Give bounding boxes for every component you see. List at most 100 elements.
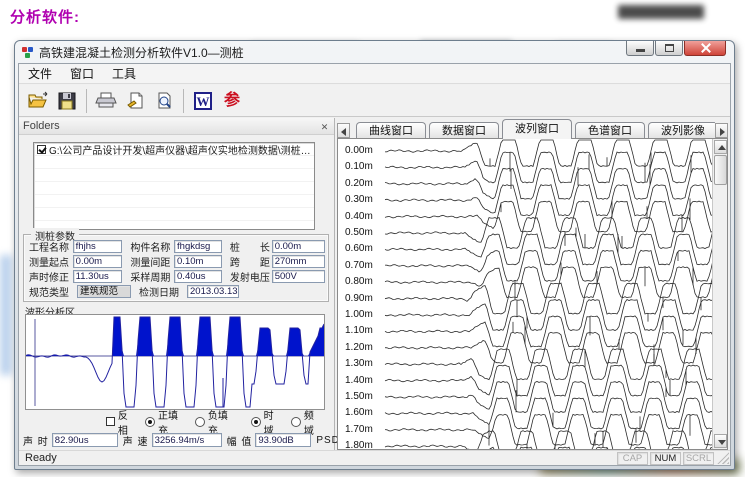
- param-field[interactable]: fhgkdsg: [174, 240, 222, 253]
- param-label: 构件名称: [130, 239, 174, 254]
- close-icon: [701, 43, 711, 53]
- menu-item-2[interactable]: 工具: [103, 63, 145, 84]
- maximize-button[interactable]: [655, 41, 683, 56]
- depth-label: 0.90m: [345, 293, 373, 304]
- param-label: 跨 距: [230, 254, 272, 269]
- depth-label: 1.80m: [345, 440, 373, 450]
- resize-grip-icon[interactable]: [717, 452, 729, 464]
- menu-item-0[interactable]: 文件: [19, 63, 61, 84]
- param-row: 测量起点0.00m测量间距0.10m跨 距270mm: [27, 254, 325, 269]
- depth-label: 1.50m: [345, 391, 373, 402]
- param-field[interactable]: 11.30us: [73, 270, 123, 283]
- wave-trace: [385, 398, 717, 446]
- readout-label: 声 时: [23, 433, 49, 448]
- readout-label: 幅 值: [227, 433, 253, 448]
- param-field[interactable]: 500V: [272, 270, 325, 283]
- minimize-button[interactable]: [626, 41, 654, 56]
- wave-trace: [385, 263, 717, 311]
- depth-label: 0.20m: [345, 178, 373, 189]
- tabs: 曲线窗口数据窗口波列窗口色谱窗口波列影像: [356, 119, 715, 139]
- menu-item-1[interactable]: 窗口: [61, 63, 103, 84]
- readout-field[interactable]: 93.90dB: [255, 433, 311, 447]
- tab-scroll-right-icon[interactable]: [715, 123, 728, 138]
- wave-analysis-plot[interactable]: [25, 314, 325, 410]
- param-icon: 参: [224, 93, 240, 109]
- readout-field[interactable]: 3256.94m/s: [152, 433, 222, 447]
- client-area: 文件窗口工具: [18, 63, 731, 466]
- param-label: 声时修正: [29, 269, 73, 284]
- app-window: 高铁建混凝土检测分析软件V1.0—测桩 文件窗口工具: [14, 40, 735, 470]
- param-field[interactable]: 2013.03.13: [187, 285, 239, 298]
- domain-mode-radio[interactable]: [251, 417, 261, 427]
- depth-label: 1.60m: [345, 407, 373, 418]
- folders-list[interactable]: G:\公司产品设计开发\超声仪器\超声仪实地检测数据\测桩cd\cd03\cd0…: [33, 142, 315, 230]
- tab-4[interactable]: 波列影像: [648, 122, 715, 139]
- depth-label: 1.30m: [345, 358, 373, 369]
- param-settings-button[interactable]: 参: [219, 88, 245, 114]
- depth-label: 1.00m: [345, 309, 373, 320]
- tab-1[interactable]: 数据窗口: [429, 122, 499, 139]
- readout-2: 幅 值93.90dB: [227, 433, 312, 448]
- toolbar-separator: [183, 89, 184, 113]
- wave-train-panel[interactable]: 0.00m0.10m0.20m0.30m0.40m0.50m0.60m0.70m…: [337, 138, 728, 450]
- param-field[interactable]: fhjhs: [73, 240, 123, 253]
- param-field[interactable]: 0.00m: [73, 255, 123, 268]
- tab-strip: 曲线窗口数据窗口波列窗口色谱窗口波列影像: [337, 118, 728, 139]
- param-field[interactable]: 建筑规范: [77, 285, 131, 298]
- readout-field[interactable]: 82.90us: [52, 433, 118, 447]
- readout-1: 声 速3256.94m/s: [123, 433, 222, 448]
- wave-controls: 反相正填充负填充时域频域: [23, 414, 331, 429]
- vertical-scrollbar[interactable]: [712, 139, 727, 449]
- status-keys: CAPNUMSCRL: [615, 452, 714, 465]
- wave-trace: [385, 152, 717, 183]
- app-icon: [22, 46, 34, 58]
- tab-0[interactable]: 曲线窗口: [356, 122, 426, 139]
- toolbar: W 参: [19, 85, 730, 117]
- tab-scroll-left-icon[interactable]: [337, 123, 350, 138]
- scroll-down-icon[interactable]: [714, 434, 727, 448]
- open-button[interactable]: [25, 88, 51, 114]
- folders-caption: Folders: [19, 118, 334, 135]
- svg-text:W: W: [197, 94, 210, 109]
- depth-label: 0.30m: [345, 194, 373, 205]
- readout-label: 声 速: [123, 433, 149, 448]
- wave-trace: [385, 201, 717, 246]
- printer-icon: [95, 91, 117, 111]
- fill-mode-radio[interactable]: [195, 417, 205, 427]
- scroll-thumb[interactable]: [714, 155, 727, 185]
- analysis-waveform: [26, 315, 324, 409]
- param-field[interactable]: 270mm: [272, 255, 325, 268]
- tab-3[interactable]: 色谱窗口: [575, 122, 645, 139]
- menu-bar: 文件窗口工具: [19, 64, 730, 84]
- depth-label: 1.40m: [345, 375, 373, 386]
- folder-list-item[interactable]: G:\公司产品设计开发\超声仪器\超声仪实地检测数据\测桩cd\cd03\cd0…: [34, 143, 314, 156]
- scroll-up-icon[interactable]: [714, 140, 727, 154]
- wave-trace: [385, 322, 717, 363]
- invert-checkbox[interactable]: [106, 417, 115, 426]
- param-field[interactable]: 0.40us: [174, 270, 222, 283]
- window-title: 高铁建混凝土检测分析软件V1.0—测桩: [39, 44, 244, 61]
- depth-label: 0.10m: [345, 161, 373, 172]
- folder-checkbox[interactable]: [37, 145, 46, 154]
- export-tool-button[interactable]: [122, 88, 148, 114]
- print-preview-button[interactable]: [151, 88, 177, 114]
- word-export-button[interactable]: W: [190, 88, 216, 114]
- pile-params-group: 测桩参数 工程名称fhjhs构件名称fhgkdsg桩 长0.00m测量起点0.0…: [23, 234, 329, 302]
- wave-trace: [385, 300, 717, 345]
- tab-2[interactable]: 波列窗口: [502, 119, 572, 139]
- domain-mode-radio[interactable]: [291, 417, 301, 427]
- folders-close-icon[interactable]: [318, 120, 331, 133]
- save-button[interactable]: [54, 88, 80, 114]
- fill-mode-radio[interactable]: [145, 417, 155, 427]
- param-label: 发射电压: [230, 269, 272, 284]
- maximize-icon: [665, 44, 674, 52]
- readout-0: 声 时82.90us: [23, 433, 118, 448]
- param-field[interactable]: 0.00m: [272, 240, 325, 253]
- param-row: 规范类型建筑规范检测日期2013.03.13: [27, 284, 325, 299]
- wave-trace: [385, 345, 717, 398]
- print-button[interactable]: [93, 88, 119, 114]
- wave-trace: [385, 316, 717, 354]
- toolbar-separator: [86, 89, 87, 113]
- close-button[interactable]: [684, 41, 726, 56]
- param-field[interactable]: 0.10m: [174, 255, 222, 268]
